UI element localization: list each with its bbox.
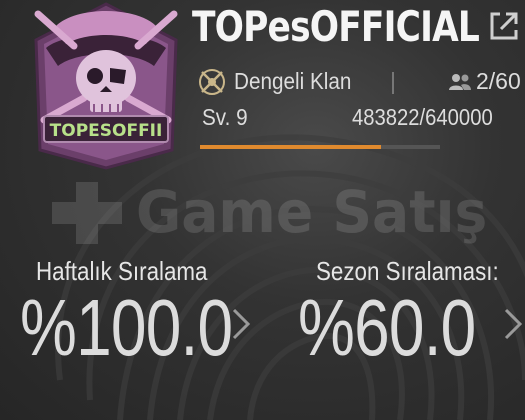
pirate-emblem-icon[interactable]: TOPESOFFII <box>26 0 186 170</box>
clan-type-badge-icon <box>199 69 225 95</box>
clan-name: TOPesOFFICIAL <box>192 2 480 51</box>
clan-level: Sv. 9 <box>202 104 248 130</box>
xp-progress-bar <box>200 145 440 149</box>
emblem-tag: TOPESOFFII <box>50 121 163 141</box>
chevron-right-icon[interactable] <box>502 306 524 342</box>
member-count: 2/60 <box>476 68 521 94</box>
watermark-logo-icon <box>52 182 122 244</box>
clan-xp: 483822/640000 <box>352 104 493 130</box>
clan-type: Dengeli Klan <box>234 68 352 94</box>
season-ranking-value[interactable]: %60.0 <box>298 282 476 374</box>
divider <box>392 72 394 94</box>
chevron-right-icon[interactable] <box>230 306 252 342</box>
share-icon[interactable] <box>486 8 522 44</box>
watermark: Game Satış <box>52 178 487 248</box>
xp-progress-fill <box>200 145 382 149</box>
watermark-text: Game Satış <box>136 178 488 246</box>
clan-info-row: Dengeli Klan 2/60 <box>196 66 525 100</box>
members-icon <box>449 74 471 90</box>
weekly-ranking-value[interactable]: %100.0 <box>20 282 233 374</box>
